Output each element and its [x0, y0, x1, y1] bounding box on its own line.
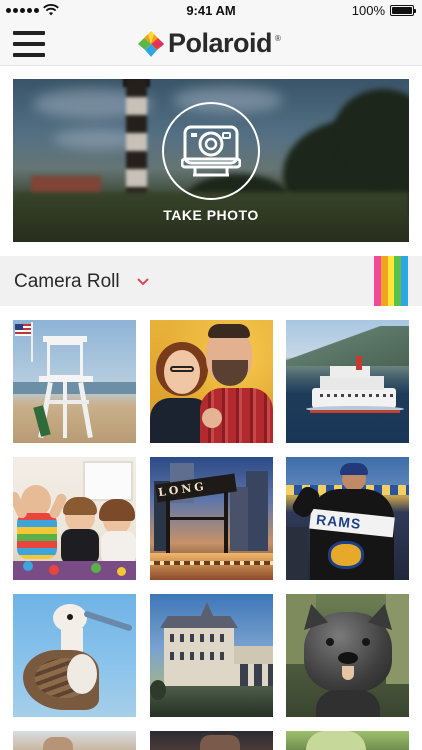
photo-thumbnail[interactable] — [13, 457, 136, 580]
take-photo-label[interactable]: TAKE PHOTO — [13, 207, 409, 223]
status-right: 100% — [351, 3, 416, 18]
rainbow-stripe-band — [380, 256, 388, 306]
photo-thumbnail[interactable] — [286, 594, 409, 717]
photo-thumbnail[interactable] — [286, 731, 409, 750]
rainbow-stripe-band — [374, 256, 381, 306]
chevron-down-icon[interactable] — [137, 278, 149, 286]
camera-roll-header: Camera Roll — [0, 256, 422, 306]
camera-roll-title[interactable]: Camera Roll — [14, 271, 120, 293]
polaroid-logo: Polaroid ® — [137, 28, 281, 59]
status-bar: 9:41 AM 100% — [0, 0, 422, 22]
logo-trademark: ® — [275, 34, 281, 43]
nav-bar: Polaroid ® — [0, 22, 422, 66]
photo-thumbnail[interactable] — [13, 320, 136, 443]
photo-thumbnail[interactable] — [150, 594, 273, 717]
photo-thumbnail[interactable] — [150, 320, 273, 443]
battery-icon — [390, 5, 416, 16]
battery-percent: 100% — [351, 3, 385, 18]
logo-text: Polaroid — [168, 28, 273, 58]
polaroid-camera-icon[interactable] — [181, 125, 241, 177]
rainbow-stripe-band — [401, 256, 408, 306]
photo-thumbnail[interactable] — [13, 731, 136, 750]
rainbow-stripe — [374, 256, 408, 306]
polaroid-logo-mark-icon — [137, 29, 165, 58]
photo-thumbnail[interactable] — [286, 320, 409, 443]
rainbow-stripe-band — [394, 256, 402, 306]
photo-thumbnail[interactable] — [13, 594, 136, 717]
photo-thumbnail[interactable] — [150, 731, 273, 750]
rainbow-stripe-band — [387, 256, 395, 306]
hamburger-menu-icon[interactable] — [12, 29, 46, 59]
take-photo-hero[interactable]: TAKE PHOTO — [13, 79, 409, 242]
photo-thumbnail[interactable]: RAMS — [286, 457, 409, 580]
photo-thumbnail[interactable]: LONG — [150, 457, 273, 580]
